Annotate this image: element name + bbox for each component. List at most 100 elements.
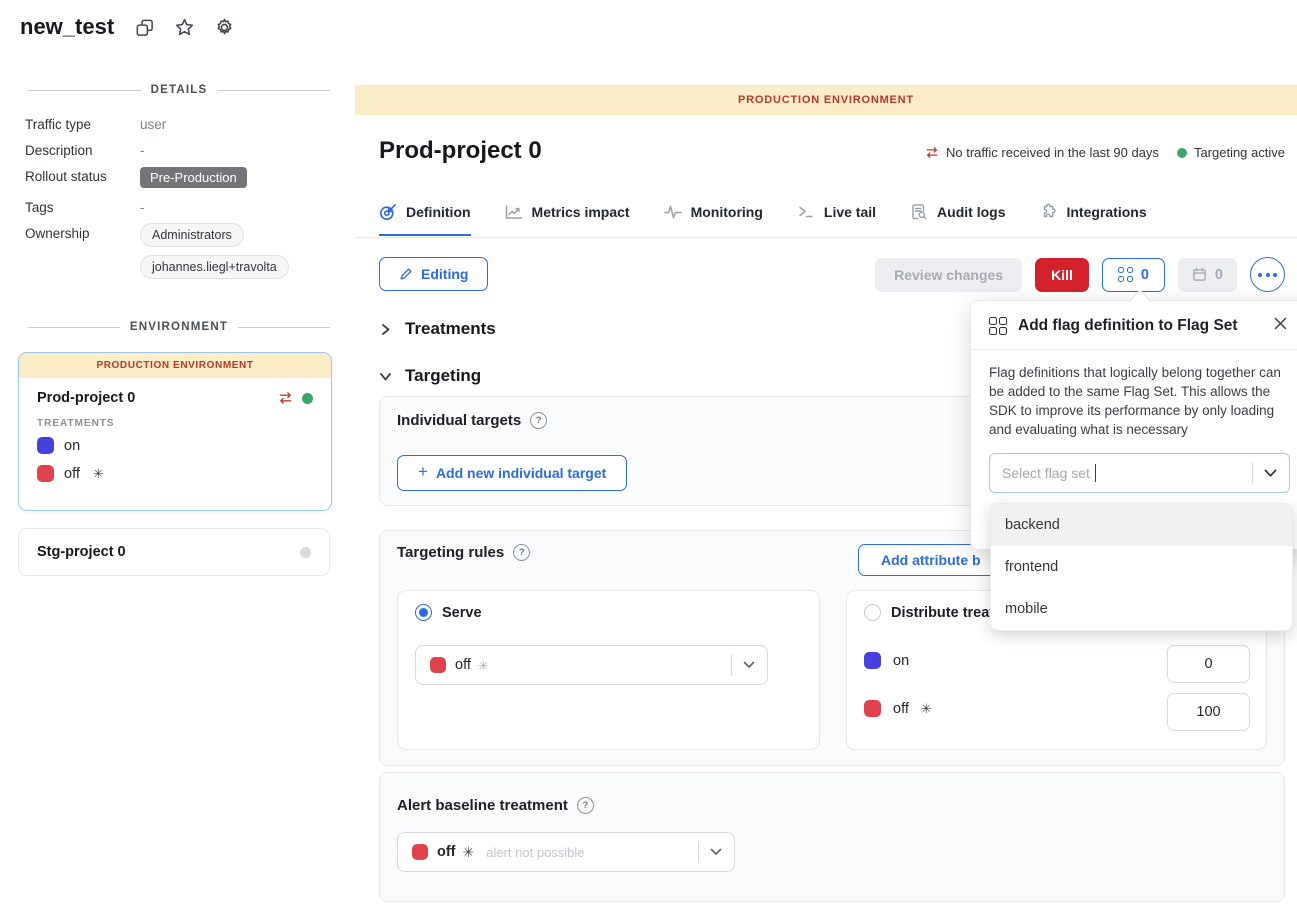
treatments-section-toggle[interactable]: Treatments <box>380 319 496 339</box>
option-mobile[interactable]: mobile <box>991 588 1292 630</box>
detail-value-tags: - <box>140 200 145 215</box>
editing-button[interactable]: Editing <box>379 257 488 291</box>
default-treatment-icon: ✳ <box>478 659 489 672</box>
alert-hint-text: alert not possible <box>486 845 584 860</box>
environment-section-header: ENVIRONMENT <box>28 321 330 333</box>
tab-live-tail[interactable]: Live tail <box>797 203 876 234</box>
treatment-on-name: on <box>64 438 80 454</box>
flag-set-grid-icon <box>1118 267 1133 282</box>
targeting-status-text: Targeting active <box>1194 145 1285 160</box>
flag-set-options-menu: backend frontend mobile <box>990 503 1293 631</box>
flag-set-grid-icon <box>989 317 1007 335</box>
ellipsis-icon <box>1258 273 1277 277</box>
flag-set-select-input[interactable]: Select flag set <box>989 453 1290 493</box>
help-icon[interactable]: ? <box>577 797 594 814</box>
ownership-chip-user[interactable]: johannes.liegl+travolta <box>140 255 289 279</box>
add-individual-target-button[interactable]: + Add new individual target <box>397 455 627 491</box>
treatment-off-swatch <box>864 700 881 717</box>
detail-label-tags: Tags <box>25 200 54 215</box>
pencil-icon <box>399 267 413 281</box>
schedule-count: 0 <box>1215 267 1223 283</box>
targeting-active-dot <box>1177 148 1187 158</box>
off-percentage-input[interactable] <box>1167 693 1250 731</box>
option-backend[interactable]: backend <box>991 504 1292 546</box>
production-active-dot <box>302 393 313 404</box>
tab-integrations[interactable]: Integrations <box>1039 203 1146 234</box>
review-changes-button[interactable]: Review changes <box>875 258 1022 292</box>
help-icon[interactable]: ? <box>530 412 547 429</box>
treatments-label: TREATMENTS <box>19 406 331 429</box>
targeting-rules-title: Targeting rules <box>397 544 504 561</box>
option-frontend[interactable]: frontend <box>991 546 1292 588</box>
close-icon[interactable] <box>1273 316 1288 331</box>
individual-targets-title: Individual targets <box>397 412 521 429</box>
flag-sets-button[interactable]: 0 <box>1102 258 1165 292</box>
popup-divider <box>971 349 1297 350</box>
treatment-off-swatch <box>37 465 54 482</box>
chevron-down-icon <box>710 848 722 856</box>
default-treatment-icon: ✳ <box>93 467 104 480</box>
detail-value-description: - <box>140 143 145 158</box>
staging-card-name: Stg-project 0 <box>37 544 126 560</box>
treatment-off-name: off <box>64 466 80 482</box>
tab-monitoring[interactable]: Monitoring <box>664 203 763 234</box>
popup-title: Add flag definition to Flag Set <box>1018 317 1238 335</box>
calendar-icon <box>1192 267 1207 282</box>
text-cursor <box>1095 464 1097 482</box>
metrics-chart-icon <box>505 203 523 221</box>
detail-label-ownership: Ownership <box>25 226 90 241</box>
ownership-chip-administrators[interactable]: Administrators <box>140 223 244 247</box>
flag-title: Prod-project 0 <box>379 137 542 165</box>
traffic-status-text: No traffic received in the last 90 days <box>946 145 1159 160</box>
production-environment-banner: PRODUCTION ENVIRONMENT <box>355 85 1297 115</box>
more-options-button[interactable] <box>1250 257 1285 292</box>
terminal-icon <box>797 203 815 221</box>
staging-inactive-dot <box>300 547 311 558</box>
tab-definition[interactable]: Definition <box>379 203 471 236</box>
page-title: new_test <box>20 14 114 40</box>
tab-metrics-impact[interactable]: Metrics impact <box>505 203 630 234</box>
tabs-divider <box>355 237 1297 238</box>
chevron-down-icon <box>743 661 755 669</box>
default-treatment-icon: ✳ <box>921 702 932 715</box>
production-environment-card-banner: PRODUCTION ENVIRONMENT <box>19 353 331 378</box>
treatment-off-swatch <box>430 657 446 673</box>
distribute-radio[interactable] <box>864 604 881 621</box>
targeting-section-toggle[interactable]: Targeting <box>379 366 481 386</box>
chevron-down-icon <box>1264 469 1277 478</box>
select-placeholder: Select flag set <box>1002 465 1090 481</box>
help-icon[interactable]: ? <box>513 544 530 561</box>
treatment-on-swatch <box>864 652 881 669</box>
plus-icon: + <box>418 462 428 482</box>
puzzle-icon <box>1039 203 1057 221</box>
details-section-header: DETAILS <box>28 84 330 96</box>
staging-environment-card[interactable]: Stg-project 0 <box>18 528 330 576</box>
chevron-right-icon <box>380 323 391 336</box>
schedule-button[interactable]: 0 <box>1178 258 1237 292</box>
detail-label-description: Description <box>25 143 93 158</box>
default-treatment-icon: ✳ <box>463 845 475 859</box>
production-environment-card[interactable]: PRODUCTION ENVIRONMENT Prod-project 0 TR… <box>18 352 332 511</box>
on-percentage-input[interactable] <box>1167 645 1250 683</box>
kill-button[interactable]: Kill <box>1035 258 1089 292</box>
chevron-down-icon <box>379 371 392 382</box>
rollout-status-badge: Pre-Production <box>140 167 247 188</box>
production-card-name: Prod-project 0 <box>37 390 135 406</box>
treatment-off-swatch <box>412 844 428 860</box>
tab-audit-logs[interactable]: Audit logs <box>910 203 1005 234</box>
audit-log-icon <box>910 203 928 221</box>
gear-icon[interactable] <box>214 17 235 38</box>
alert-baseline-title: Alert baseline treatment <box>397 797 568 814</box>
serve-treatment-select[interactable]: off ✳ <box>415 645 768 685</box>
alert-baseline-select[interactable]: off ✳ alert not possible <box>397 832 735 872</box>
serve-radio[interactable] <box>415 604 432 621</box>
traffic-swap-icon <box>278 391 293 405</box>
treatment-on-swatch <box>37 437 54 454</box>
traffic-swap-icon <box>925 146 939 159</box>
detail-value-traffic-type: user <box>140 117 166 132</box>
serve-label: Serve <box>442 605 482 621</box>
star-icon[interactable] <box>174 17 195 38</box>
monitoring-pulse-icon <box>664 203 682 221</box>
copy-icon[interactable] <box>134 17 155 38</box>
popup-description: Flag definitions that logically belong t… <box>989 363 1291 439</box>
